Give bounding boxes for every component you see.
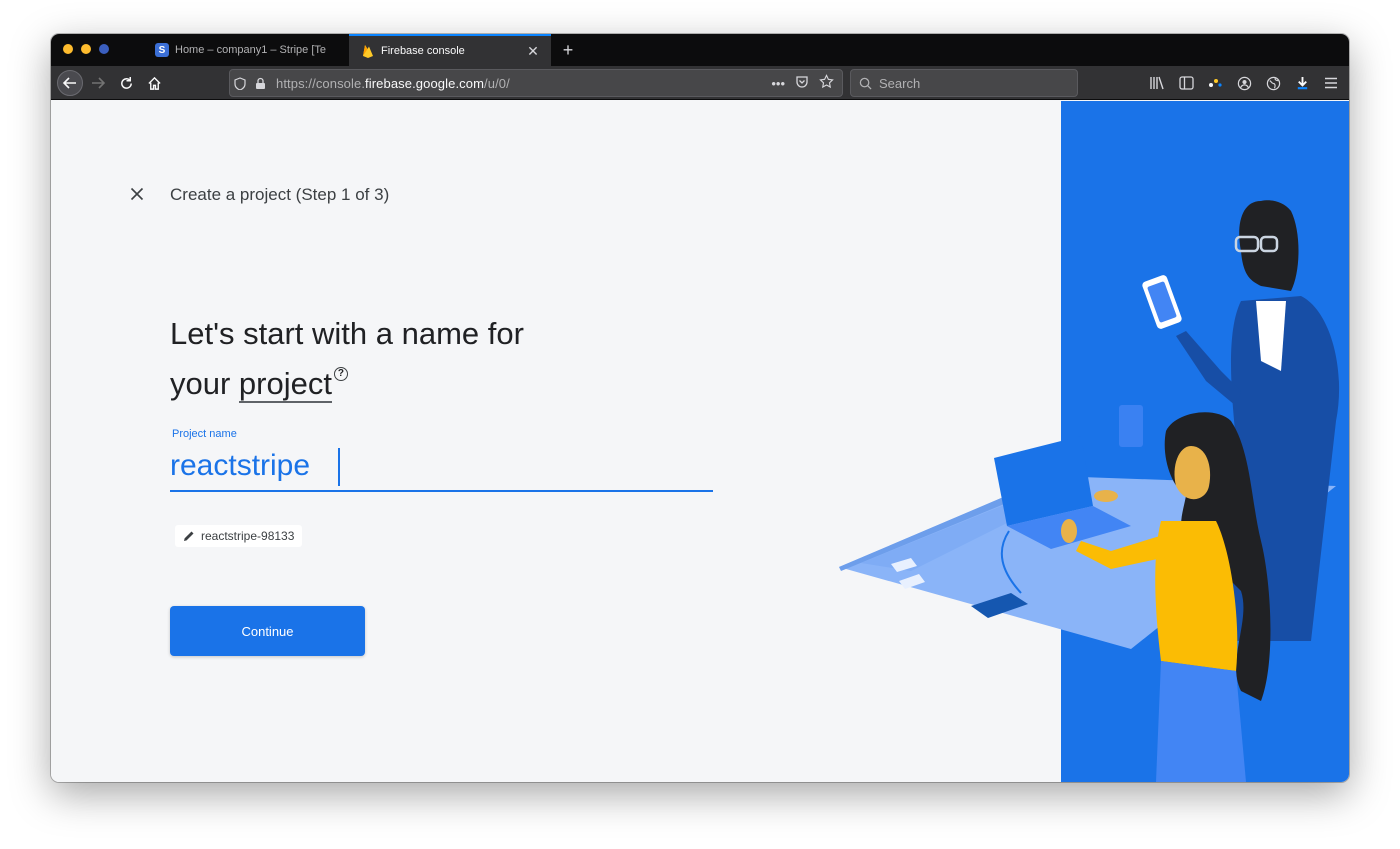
text-caret (338, 448, 340, 486)
arrow-left-icon (62, 77, 76, 89)
search-placeholder: Search (879, 75, 921, 91)
shield-icon[interactable] (230, 76, 250, 90)
globe-icon[interactable] (1263, 73, 1283, 93)
home-icon (147, 76, 161, 90)
sidebar-icon[interactable] (1176, 73, 1196, 93)
new-tab-button[interactable]: + (557, 39, 579, 61)
reload-button[interactable] (115, 70, 137, 96)
tab-stripe[interactable]: S Home – company1 – Stripe [Te (143, 34, 347, 66)
nav-toolbar: https://console.firebase.google.com/u/0/… (51, 66, 1349, 100)
close-tab-icon[interactable]: ✕ (525, 43, 541, 60)
url-text[interactable]: https://console.firebase.google.com/u/0/ (276, 76, 771, 91)
star-icon[interactable] (819, 74, 834, 92)
firebase-create-project-page: Create a project (Step 1 of 3) Let's sta… (51, 101, 1349, 782)
project-name-label: Project name (172, 428, 237, 440)
headline-prefix: your (170, 366, 239, 401)
illustration (831, 101, 1349, 782)
reload-icon (120, 76, 132, 89)
url-path: /u/0/ (484, 75, 510, 91)
arrow-right-icon (92, 77, 106, 89)
close-window-button[interactable] (63, 44, 73, 54)
tab-firebase[interactable]: Firebase console ✕ (349, 34, 551, 66)
forward-button[interactable] (87, 70, 109, 96)
zoom-window-button[interactable] (99, 44, 109, 54)
back-button[interactable] (57, 70, 83, 96)
continue-button[interactable]: Continue (170, 606, 365, 656)
headline: Let's start with a name for your project… (170, 309, 610, 409)
project-help-link[interactable]: project (238, 366, 332, 403)
browser-window: S Home – company1 – Stripe [Te Firebase … (51, 34, 1349, 782)
url-bar[interactable]: https://console.firebase.google.com/u/0/… (229, 69, 843, 97)
firebase-favicon-icon (361, 44, 375, 58)
tab-label: Firebase console (381, 45, 465, 57)
library-icon[interactable] (1147, 73, 1167, 93)
minimize-window-button[interactable] (81, 44, 91, 54)
more-icon[interactable]: ••• (771, 76, 785, 91)
edit-pencil-icon (184, 531, 194, 541)
tab-label: Home – company1 – Stripe [Te (175, 44, 327, 56)
download-icon[interactable] (1292, 73, 1312, 93)
menu-icon[interactable] (1321, 73, 1341, 93)
url-domain: firebase.google.com (365, 75, 485, 91)
project-name-input[interactable] (170, 446, 713, 492)
extension-icon[interactable] (1205, 73, 1225, 93)
project-id-chip[interactable]: reactstripe-98133 (175, 525, 303, 547)
tab-strip: S Home – company1 – Stripe [Te Firebase … (51, 34, 1349, 66)
url-prefix: https://console. (276, 75, 366, 91)
search-bar[interactable]: Search (850, 69, 1078, 97)
toolbar-right-icons (1147, 70, 1341, 96)
page-title: Create a project (Step 1 of 3) (170, 185, 390, 204)
stripe-favicon-icon: S (155, 43, 169, 57)
headline-line-1: Let's start with a name for (170, 316, 524, 351)
close-icon[interactable] (127, 184, 147, 204)
lock-icon[interactable] (250, 77, 270, 90)
account-icon[interactable] (1234, 73, 1254, 93)
pocket-icon[interactable] (795, 75, 809, 92)
headline-line-2: your project? (170, 359, 610, 409)
home-button[interactable] (143, 70, 165, 96)
help-icon[interactable]: ? (333, 367, 348, 381)
people-at-desk-illustration (839, 200, 1340, 782)
project-id-text: reactstripe-98133 (201, 529, 295, 543)
search-icon (855, 77, 875, 90)
